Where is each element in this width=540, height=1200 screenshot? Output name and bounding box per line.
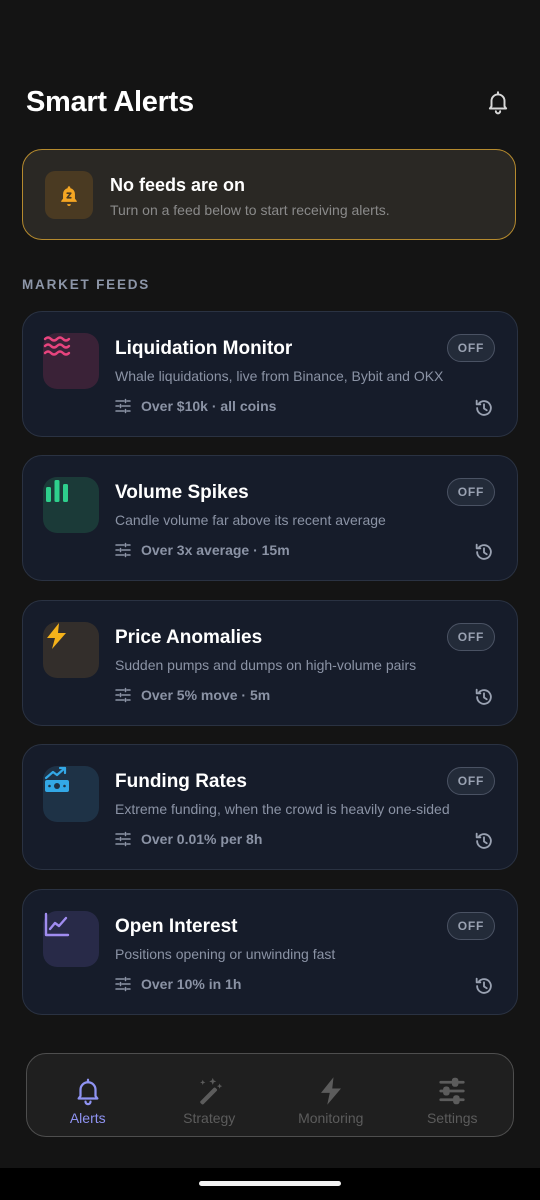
nav-label: Strategy — [183, 1110, 236, 1126]
bell-icon — [77, 1078, 99, 1106]
sliders-icon — [115, 976, 131, 992]
feed-threshold[interactable]: Over 5% move · 5m — [115, 687, 270, 703]
feed-name: Volume Spikes — [115, 482, 249, 503]
nav-label: Settings — [426, 1110, 478, 1126]
feed-card-price-anomalies[interactable]: Price Anomalies Sudden pumps and dumps o… — [22, 600, 518, 726]
banner-icon-tile — [45, 171, 93, 219]
snooze-bell-icon — [61, 186, 77, 206]
feed-threshold-text: Over 0.01% per 8h — [141, 831, 263, 847]
banner-subtitle: Turn on a feed below to start receiving … — [110, 202, 390, 218]
feed-description: Sudden pumps and dumps on high-volume pa… — [115, 657, 417, 673]
history-icon[interactable] — [473, 975, 495, 997]
sliders-icon — [439, 1077, 465, 1105]
bottom-nav: Alerts Strategy Monitoring Settings — [26, 1053, 514, 1137]
feed-description: Whale liquidations, live from Binance, B… — [115, 368, 444, 384]
nav-item-alerts[interactable]: Alerts — [27, 1054, 149, 1136]
feed-description: Extreme funding, when the crowd is heavi… — [115, 801, 450, 817]
feed-toggle[interactable]: OFF — [447, 478, 495, 506]
feed-threshold[interactable]: Over 3x average · 15m — [115, 542, 290, 558]
notifications-button[interactable] — [482, 86, 514, 118]
feed-name: Funding Rates — [115, 771, 247, 792]
nav-label: Alerts — [69, 1110, 106, 1126]
feed-name: Liquidation Monitor — [115, 338, 293, 359]
feed-toggle[interactable]: OFF — [447, 623, 495, 651]
feed-toggle[interactable]: OFF — [447, 767, 495, 795]
feed-threshold[interactable]: Over 10% in 1h — [115, 976, 241, 992]
feed-toggle[interactable]: OFF — [447, 912, 495, 940]
feed-description: Positions opening or unwinding fast — [115, 946, 336, 962]
history-icon[interactable] — [473, 397, 495, 419]
nav-label: Monitoring — [298, 1110, 364, 1126]
page-title: Smart Alerts — [26, 86, 194, 118]
section-label: MARKET FEEDS — [22, 277, 151, 292]
sliders-icon — [115, 831, 131, 847]
sliders-icon — [115, 542, 131, 558]
feed-description: Candle volume far above its recent avera… — [115, 512, 386, 528]
nav-item-monitoring[interactable]: Monitoring — [270, 1054, 392, 1136]
bell-icon — [488, 91, 508, 115]
no-feeds-banner: No feeds are on Turn on a feed below to … — [22, 149, 516, 240]
history-icon[interactable] — [473, 686, 495, 708]
lightning-icon — [47, 623, 66, 649]
lightning-icon — [320, 1077, 341, 1105]
feed-threshold[interactable]: Over $10k · all coins — [115, 398, 276, 414]
home-indicator[interactable] — [199, 1181, 341, 1186]
sliders-icon — [115, 398, 131, 414]
feed-threshold-text: Over 10% in 1h — [141, 976, 242, 992]
history-icon[interactable] — [473, 541, 495, 563]
magic-wand-icon — [200, 1077, 223, 1105]
bar-chart-icon — [46, 480, 68, 502]
feed-card-liquidation-monitor[interactable]: Liquidation Monitor Whale liquidations, … — [22, 311, 518, 437]
feed-card-funding-rates[interactable]: Funding Rates Extreme funding, when the … — [22, 744, 518, 870]
feed-toggle[interactable]: OFF — [447, 334, 495, 362]
feed-threshold-text: Over 3x average · 15m — [141, 542, 290, 558]
banner-title: No feeds are on — [110, 175, 246, 195]
line-chart-icon — [44, 912, 70, 937]
feed-name: Open Interest — [115, 916, 238, 937]
feed-card-open-interest[interactable]: Open Interest Positions opening or unwin… — [22, 889, 518, 1015]
nav-item-strategy[interactable]: Strategy — [149, 1054, 271, 1136]
sliders-icon — [115, 687, 131, 703]
feed-name: Price Anomalies — [115, 627, 263, 648]
nav-item-settings[interactable]: Settings — [392, 1054, 514, 1136]
header: Smart Alerts — [26, 82, 514, 122]
waves-icon — [43, 336, 71, 356]
money-trend-icon — [44, 766, 69, 792]
feed-card-volume-spikes[interactable]: Volume Spikes Candle volume far above it… — [22, 455, 518, 581]
feed-threshold[interactable]: Over 0.01% per 8h — [115, 831, 262, 847]
history-icon[interactable] — [473, 830, 495, 852]
feed-threshold-text: Over $10k · all coins — [141, 398, 277, 414]
feed-threshold-text: Over 5% move · 5m — [141, 687, 271, 703]
